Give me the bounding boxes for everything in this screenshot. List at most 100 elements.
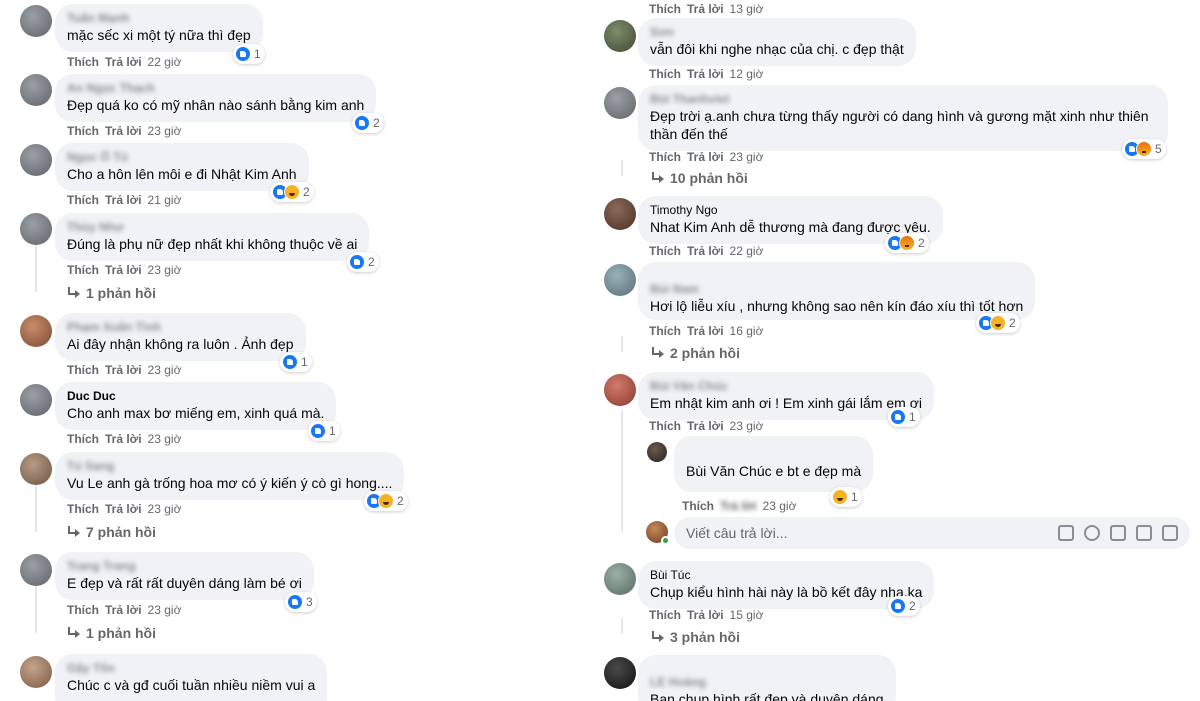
like-link[interactable]: Thích [67,55,99,69]
emoji-icon[interactable] [1084,525,1100,541]
like-link[interactable]: Thích [649,67,681,81]
like-link[interactable]: Thích [649,608,681,622]
comment-author[interactable]: Sơn [650,25,904,40]
comment-author[interactable]: LE Hoàng [650,675,884,690]
reply-link[interactable]: Trả lời [687,608,724,622]
like-link[interactable]: Thích [649,244,681,258]
like-link[interactable]: Thích [649,2,681,16]
avatar[interactable] [20,554,52,586]
reaction-summary[interactable]: 2 [976,313,1020,333]
gif-icon[interactable] [1136,525,1152,541]
reaction-summary[interactable]: 1 [888,407,920,427]
comment-author[interactable]: Thùy Như [67,220,357,235]
like-link[interactable]: Thích [67,124,99,138]
reply-link[interactable]: Trả lời [687,244,724,258]
comment-author[interactable]: Tuấn Mạnh [67,11,251,26]
comment-author[interactable]: Bùi Nam [650,282,1023,297]
comment-time[interactable]: 23 giờ [148,263,182,277]
view-replies-link[interactable]: 3 phản hồi [650,629,740,645]
comment-author[interactable]: Phạm Xuân Tình [67,320,294,335]
reply-link[interactable]: Trả lời [105,124,142,138]
like-link[interactable]: Thích [67,432,99,446]
comment-time[interactable]: 15 giờ [730,608,764,622]
reply-link[interactable]: Trả lời [105,603,142,617]
like-link[interactable]: Thích [67,603,99,617]
reply-link[interactable]: Trả lời [105,193,142,207]
comment-time[interactable]: 23 giờ [148,124,182,138]
comment-time[interactable]: 16 giờ [730,324,764,338]
comment-time[interactable]: 12 giờ [730,67,764,81]
avatar[interactable] [20,5,52,37]
like-link[interactable]: Thích [649,419,681,433]
like-link[interactable]: Thích [67,363,99,377]
comment-time[interactable]: 23 giờ [763,499,797,513]
comment-author[interactable]: Ngọc Ổ Tú [67,150,297,165]
view-replies-link[interactable]: 1 phản hồi [66,625,156,641]
avatar[interactable] [604,563,636,595]
comment-author[interactable]: Bùi Thanhviet [650,92,1156,107]
avatar[interactable] [20,213,52,245]
camera-icon[interactable] [1110,525,1126,541]
comment-time[interactable]: 23 giờ [148,603,182,617]
reaction-summary[interactable]: 2 [885,233,929,253]
avatar[interactable] [604,198,636,230]
like-link[interactable]: Thích [67,193,99,207]
reply-link[interactable]: Trả lời [687,150,724,164]
reaction-summary[interactable]: 5 [1122,139,1166,159]
comment-author[interactable]: Bùi Văn Chúc [650,379,922,394]
comment-time[interactable]: 23 giờ [148,502,182,516]
comment-author[interactable]: Bùi Túc [650,568,922,583]
comment-time[interactable]: 13 giờ [730,2,764,16]
reaction-summary[interactable]: 1 [308,421,340,441]
reaction-summary[interactable]: 1 [280,352,312,372]
comment-time[interactable]: 22 giờ [148,55,182,69]
comment-author[interactable]: Duc Duc [67,389,324,404]
like-link[interactable]: Thích [682,499,714,513]
avatar[interactable] [20,656,52,688]
reaction-summary[interactable]: 2 [364,491,408,511]
reply-link[interactable]: Trả lời [687,324,724,338]
comment-time[interactable]: 23 giờ [148,363,182,377]
reply-link[interactable]: Trả lời [105,55,142,69]
view-replies-link[interactable]: 7 phản hồi [66,524,156,540]
avatar[interactable] [20,74,52,106]
comment-author[interactable]: Timothy Ngo [650,203,931,218]
reaction-summary[interactable]: 3 [285,592,317,612]
comment-author[interactable]: Gậy Tôn [67,661,315,676]
reply-link[interactable]: Trả lời [105,432,142,446]
comment-author[interactable]: Tú Sang [67,459,392,474]
reply-input[interactable]: Viết câu trả lời... [674,517,1190,549]
like-link[interactable]: Thích [649,324,681,338]
comment-time[interactable]: 22 giờ [730,244,764,258]
avatar[interactable] [604,87,636,119]
avatar[interactable] [604,374,636,406]
comment-time[interactable]: 21 giờ [148,193,182,207]
comment-time[interactable]: 23 giờ [730,419,764,433]
reply-link[interactable]: Trả lời [105,502,142,516]
reaction-summary[interactable]: 1 [233,44,265,64]
avatar[interactable] [20,453,52,485]
like-link[interactable]: Thích [67,263,99,277]
view-replies-link[interactable]: 1 phản hồi [66,285,156,301]
reaction-summary[interactable]: 1 [830,487,862,507]
sticker-icon[interactable] [1058,525,1074,541]
avatar[interactable] [604,20,636,52]
avatar[interactable] [604,657,636,689]
reaction-summary[interactable]: 2 [888,596,920,616]
avatar[interactable] [647,442,667,462]
like-link[interactable]: Thích [649,150,681,164]
reply-link[interactable]: Trả lời [105,363,142,377]
sticker-pack-icon[interactable] [1162,525,1178,541]
reaction-summary[interactable]: 2 [352,113,384,133]
avatar[interactable] [604,264,636,296]
reply-link[interactable]: Trả lời [687,419,724,433]
avatar[interactable] [20,384,52,416]
reply-link[interactable]: Trả lời [105,263,142,277]
reaction-summary[interactable]: 2 [347,252,379,272]
comment-author[interactable]: Trang Trang [67,559,302,574]
comment-time[interactable]: 23 giờ [148,432,182,446]
avatar[interactable] [20,315,52,347]
avatar[interactable] [20,144,52,176]
view-replies-link[interactable]: 10 phản hồi [650,170,748,186]
reaction-summary[interactable]: 2 [270,182,314,202]
